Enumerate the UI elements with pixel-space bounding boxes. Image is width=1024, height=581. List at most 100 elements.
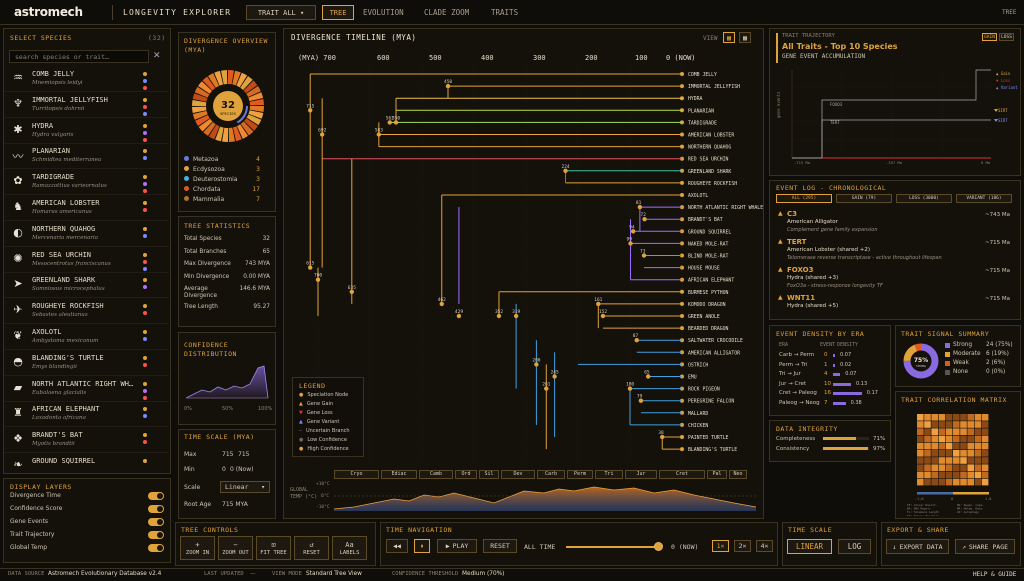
species-list-item[interactable]: ♒ COMB JELLY Mnemiopsis leidyi [4, 67, 169, 92]
gain-badge[interactable]: GAIN [982, 33, 997, 41]
species-list-item[interactable]: ❖ BRANDT'S BAT Myotis brandtii [4, 428, 169, 454]
layer-toggle[interactable] [148, 531, 164, 539]
era-cell[interactable]: Tri [595, 470, 623, 479]
fit-tree-button[interactable]: ⊡ FIT TREE [256, 536, 291, 560]
event-gene[interactable]: C3 [787, 210, 797, 218]
tip-label: IMMORTAL JELLYFISH [688, 84, 740, 90]
species-list-item[interactable]: 〰 PLANARIAN Schmidtea mediterranea [4, 144, 169, 170]
species-list-item[interactable]: ♆ IMMORTAL JELLYFISH Turritopsis dohrnii [4, 93, 169, 118]
export-data-button[interactable]: ↓ EXPORT DATA [886, 539, 949, 554]
donut-center-label: SPECIES [220, 111, 237, 116]
view-list-button[interactable]: ▦ [739, 32, 751, 43]
tab-right[interactable]: TREE [1002, 9, 1016, 16]
matrix-cell [953, 478, 960, 486]
era-cell[interactable]: Neo [729, 470, 747, 479]
trait-dropdown[interactable]: TRAIT ALL ▾ [246, 5, 316, 20]
layer-toggle[interactable] [148, 518, 164, 526]
loss-badge[interactable]: LOSS [999, 33, 1014, 41]
species-list-item[interactable]: ➤ GREENLAND SHARK Somniosus microcephalus [4, 273, 169, 299]
layer-toggle[interactable] [148, 492, 164, 500]
species-list-item[interactable]: ♜ AFRICAN ELEPHANT Loxodonta africana [4, 402, 169, 428]
matrix-cell [967, 421, 974, 428]
era-cell[interactable]: Cryo [334, 470, 379, 479]
help-guide-link[interactable]: HELP & GUIDE [973, 571, 1016, 578]
layer-toggle[interactable] [148, 505, 164, 513]
era-cell[interactable]: Carb [537, 470, 565, 479]
labels-button[interactable]: Aa LABELS [332, 536, 367, 560]
legend-dot [184, 166, 189, 171]
zoom-in-button[interactable]: + ZOOM IN [180, 536, 215, 560]
traj-label-sirt-2: SIRT [998, 118, 1008, 123]
tab-tree[interactable]: TREE [322, 5, 354, 20]
tree-statistics-title: TREE STATISTICS [184, 222, 251, 230]
scale-select[interactable]: Linear ▾ [220, 481, 270, 493]
tab-clade-zoom[interactable]: CLADE ZOOM [424, 8, 469, 17]
bat-icon: ❖ [13, 432, 23, 446]
era-cell[interactable]: Camb [419, 470, 453, 479]
species-list-item[interactable]: ◓ BLANDING'S TURTLE Emys blandingii [4, 351, 169, 376]
trait-dots [143, 252, 147, 271]
tip-label: NORTH ATLANTIC RIGHT WHALE [688, 205, 763, 211]
species-count: (32) [148, 34, 166, 42]
species-list-item[interactable]: ✈ ROUGHEYE ROCKFISH Sebastes aleutianus [4, 299, 169, 325]
time-slider[interactable] [566, 546, 660, 548]
species-list-item[interactable]: ✺ RED SEA URCHIN Mesocentrotus franciscanu… [4, 248, 169, 273]
global-temp-chart [334, 486, 756, 511]
event-tab[interactable]: GAIN (79) [836, 194, 892, 203]
tab-traits[interactable]: TRAITS [491, 8, 518, 17]
species-list-item[interactable]: ❧ GROUND SQUIRREL [4, 454, 169, 479]
density-count: 4 [824, 371, 828, 377]
view-label: VIEW [703, 35, 718, 42]
era-cell[interactable]: Perm [567, 470, 593, 479]
species-name: ROUGHEYE ROCKFISH [32, 302, 104, 311]
species-list-item[interactable]: ❦ AXOLOTL Ambystoma mexicanum [4, 325, 169, 350]
app-logo: astromech [14, 5, 83, 19]
matrix-cell [924, 457, 931, 464]
era-cell[interactable]: Sil [479, 470, 499, 479]
log-button[interactable]: LOG [838, 539, 871, 554]
speed-1x[interactable]: 1× [712, 540, 729, 552]
era-cell[interactable]: Pal [707, 470, 727, 479]
tab-evolution[interactable]: EVOLUTION [363, 8, 404, 17]
era-cell[interactable]: Dev [501, 470, 535, 479]
matrix-cell [924, 471, 931, 479]
reset-button[interactable]: ↺ RESET [294, 536, 329, 560]
density-bar [833, 373, 841, 376]
matrix-cell [981, 471, 989, 479]
matrix-cell [981, 414, 989, 421]
zoom-out-button[interactable]: − ZOOM OUT [218, 536, 253, 560]
view-grid-button[interactable]: ▦ [723, 32, 735, 43]
tip-label: NAKED MOLE-RAT [688, 241, 729, 247]
era-cell[interactable]: Cret [659, 470, 705, 479]
species-list-item[interactable]: ✿ TARDIGRADE Ramazzottius varieornatus [4, 170, 169, 196]
era-cell[interactable]: Ediac [381, 470, 417, 479]
era-cell[interactable]: Ord [455, 470, 477, 479]
play-button[interactable]: ▶ PLAY [437, 539, 477, 553]
event-tab[interactable]: VARIANT (186) [956, 194, 1012, 203]
species-list-item[interactable]: ♞ AMERICAN LOBSTER Homarus americanus [4, 196, 169, 221]
share-page-button[interactable]: ↗ SHARE PAGE [955, 539, 1015, 554]
reset-time-button[interactable]: RESET [483, 539, 517, 553]
species-list-item[interactable]: ✱ HYDRA Hydra vulgaris [4, 119, 169, 144]
search-input[interactable]: search species or trait… [9, 50, 149, 63]
species-list-item[interactable]: ◐ NORTHERN QUAHOG Mercenaria mercenaria [4, 222, 169, 247]
signal-value: 2 (6%) [986, 360, 1006, 366]
speed-2x[interactable]: 2× [734, 540, 751, 552]
linear-button[interactable]: LINEAR [787, 539, 832, 554]
time-slider-handle[interactable] [654, 542, 663, 551]
species-list-item[interactable]: ▰ NORTH ATLANTIC RIGHT WH… Eubalaena glaci… [4, 377, 169, 402]
event-gene[interactable]: TERT [787, 238, 806, 246]
consistency-value: 97% [873, 446, 886, 452]
matrix-cell [974, 435, 982, 443]
event-tab[interactable]: LOSS (3000) [896, 194, 952, 203]
pause-button[interactable]: ⏸ [414, 539, 430, 553]
close-icon[interactable]: ✕ [153, 51, 161, 61]
rewind-button[interactable]: ◀◀ [386, 539, 408, 553]
event-tab[interactable]: ALL (295) [776, 194, 832, 203]
era-cell[interactable]: Jur [625, 470, 657, 479]
layer-toggle[interactable] [148, 544, 164, 552]
event-gene[interactable]: FOXO3 [787, 266, 813, 274]
legend-item: ▼ Gene Loss [299, 410, 333, 416]
speed-4x[interactable]: 4× [756, 540, 773, 552]
event-gene[interactable]: WNT11 [787, 294, 815, 302]
